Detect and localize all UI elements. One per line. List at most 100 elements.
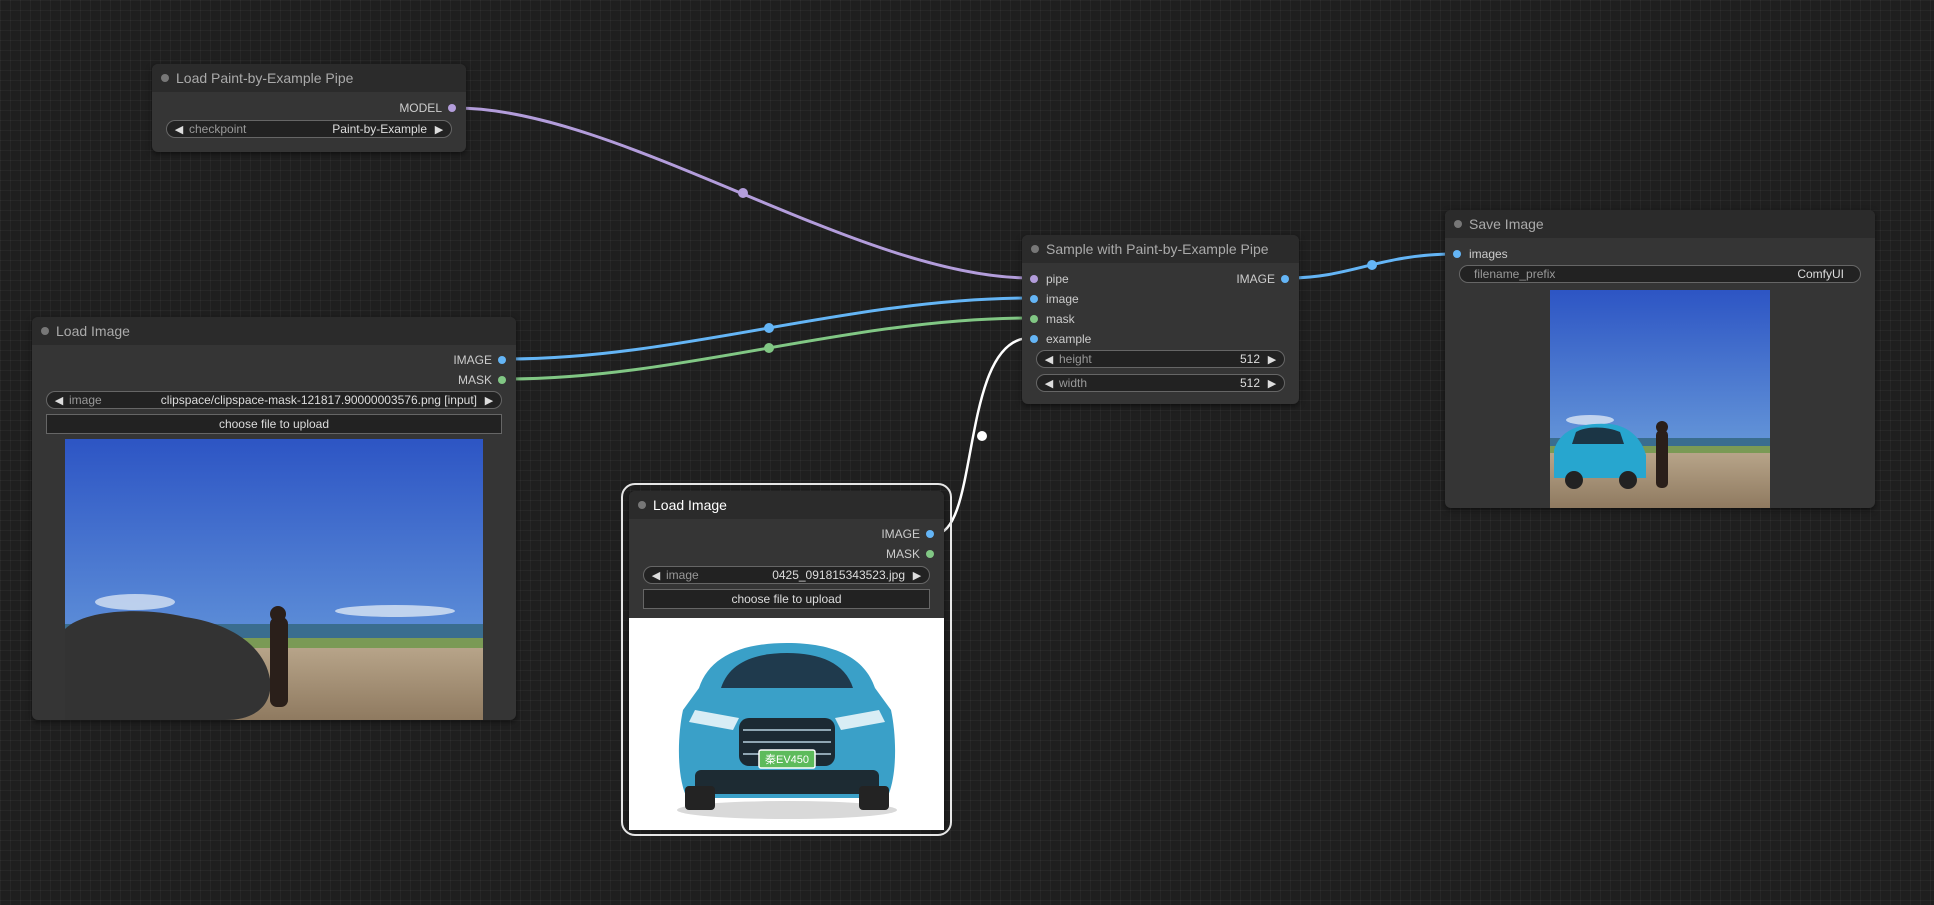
link-model-midpoint[interactable]	[738, 188, 748, 198]
input-images-dot-icon[interactable]	[1453, 250, 1461, 258]
input-image-label: image	[1046, 292, 1079, 306]
link-mask-to-sampler[interactable]	[506, 316, 1031, 381]
link-sampler-to-save[interactable]	[1288, 252, 1456, 280]
output-mask[interactable]: MASK	[886, 547, 934, 561]
arrow-left-icon[interactable]: ◀	[1043, 377, 1055, 390]
image-preview-beach-masked	[65, 439, 483, 720]
image-value: 0425_091815343523.jpg	[772, 568, 905, 582]
input-mask[interactable]: mask	[1030, 312, 1075, 326]
input-image[interactable]: image	[1030, 292, 1079, 306]
output-image-label: IMAGE	[881, 527, 920, 541]
image-label: image	[69, 393, 102, 407]
output-mask-label: MASK	[457, 373, 492, 387]
link-image-to-sampler[interactable]	[506, 296, 1031, 361]
node-load-image-left[interactable]: Load Image IMAGE MASK ◀ image clipspace/…	[32, 317, 516, 720]
input-images[interactable]: images	[1453, 247, 1508, 261]
output-mask[interactable]: MASK	[458, 373, 506, 387]
output-image-dot-icon[interactable]	[926, 530, 934, 538]
input-example-label: example	[1046, 332, 1092, 346]
collapse-dot-icon[interactable]	[41, 327, 49, 335]
arrow-left-icon[interactable]: ◀	[650, 569, 662, 582]
output-image[interactable]: IMAGE	[881, 527, 934, 541]
upload-button[interactable]: choose file to upload	[46, 414, 502, 434]
node-save-image[interactable]: Save Image images filename_prefix ComfyU…	[1445, 210, 1875, 508]
node-title-bar[interactable]: Load Paint-by-Example Pipe	[152, 64, 466, 92]
output-model[interactable]: MODEL	[399, 101, 456, 115]
output-image-label: IMAGE	[1236, 272, 1275, 286]
collapse-dot-icon[interactable]	[1031, 245, 1039, 253]
image-combo[interactable]: ◀ image clipspace/clipspace-mask-121817.…	[46, 391, 502, 409]
collapse-dot-icon[interactable]	[1454, 220, 1462, 228]
license-plate-text: 秦EV450	[765, 752, 809, 766]
node-load-pipe[interactable]: Load Paint-by-Example Pipe MODEL ◀ check…	[152, 64, 466, 152]
blue-car-picture: 秦EV450	[677, 643, 897, 819]
node-title: Load Paint-by-Example Pipe	[176, 70, 354, 86]
output-model-label: MODEL	[399, 101, 442, 115]
width-label: width	[1059, 376, 1088, 390]
arrow-left-icon[interactable]: ◀	[1043, 353, 1055, 366]
output-image-label: IMAGE	[453, 353, 492, 367]
output-mask-label: MASK	[885, 547, 920, 561]
width-value[interactable]: 512	[1087, 376, 1260, 390]
link-mask-midpoint[interactable]	[764, 343, 774, 353]
upload-button[interactable]: choose file to upload	[643, 589, 930, 609]
height-label: height	[1059, 352, 1092, 366]
filename-prefix-label: filename_prefix	[1474, 267, 1556, 281]
result-scene-picture	[1550, 290, 1770, 508]
link-model-to-pipe[interactable]	[455, 106, 1031, 280]
input-example-dot-icon[interactable]	[1030, 335, 1038, 343]
height-value[interactable]: 512	[1092, 352, 1260, 366]
node-load-image-center[interactable]: Load Image IMAGE MASK ◀ image 0425_09181…	[621, 483, 952, 836]
image-label: image	[666, 568, 699, 582]
link-image-midpoint[interactable]	[764, 323, 774, 333]
arrow-right-icon[interactable]: ▶	[1266, 353, 1278, 366]
filename-prefix-value[interactable]: ComfyUI	[1555, 267, 1844, 281]
output-mask-dot-icon[interactable]	[926, 550, 934, 558]
input-pipe[interactable]: pipe	[1030, 272, 1069, 286]
node-title-bar[interactable]: Save Image	[1445, 210, 1875, 238]
link-save-midpoint[interactable]	[1367, 260, 1377, 270]
output-image-preview	[1550, 290, 1770, 508]
input-image-dot-icon[interactable]	[1030, 295, 1038, 303]
filename-prefix-field[interactable]: filename_prefix ComfyUI	[1459, 265, 1861, 283]
checkpoint-label: checkpoint	[189, 122, 247, 136]
link-example-to-sampler[interactable]	[934, 336, 1031, 536]
image-value: clipspace/clipspace-mask-121817.90000003…	[160, 393, 477, 407]
node-title: Load Image	[56, 323, 130, 339]
input-mask-label: mask	[1046, 312, 1075, 326]
arrow-left-icon[interactable]: ◀	[53, 394, 65, 407]
arrow-left-icon[interactable]: ◀	[173, 123, 185, 136]
node-title: Save Image	[1469, 216, 1544, 232]
link-example-midpoint[interactable]	[977, 431, 987, 441]
node-title-bar[interactable]: Load Image	[32, 317, 516, 345]
output-mask-dot-icon[interactable]	[498, 376, 506, 384]
arrow-right-icon[interactable]: ▶	[433, 123, 445, 136]
image-combo[interactable]: ◀ image 0425_091815343523.jpg ▶	[643, 566, 930, 584]
output-image-dot-icon[interactable]	[1281, 275, 1289, 283]
checkpoint-combo[interactable]: ◀ checkpoint Paint-by-Example ▶	[166, 120, 452, 138]
output-image-dot-icon[interactable]	[498, 356, 506, 364]
arrow-right-icon[interactable]: ▶	[1266, 377, 1278, 390]
node-title-bar[interactable]: Sample with Paint-by-Example Pipe	[1022, 235, 1299, 263]
collapse-dot-icon[interactable]	[638, 501, 646, 509]
output-model-dot-icon[interactable]	[448, 104, 456, 112]
node-title-bar[interactable]: Load Image	[629, 491, 944, 519]
input-mask-dot-icon[interactable]	[1030, 315, 1038, 323]
image-preview-blue-car: 秦EV450	[629, 618, 944, 830]
output-image[interactable]: IMAGE	[453, 353, 506, 367]
arrow-right-icon[interactable]: ▶	[911, 569, 923, 582]
input-pipe-dot-icon[interactable]	[1030, 275, 1038, 283]
arrow-right-icon[interactable]: ▶	[483, 394, 495, 407]
input-example[interactable]: example	[1030, 332, 1091, 346]
node-title: Sample with Paint-by-Example Pipe	[1046, 241, 1269, 257]
node-title: Load Image	[653, 497, 727, 513]
output-image[interactable]: IMAGE	[1236, 272, 1289, 286]
checkpoint-value: Paint-by-Example	[332, 122, 427, 136]
collapse-dot-icon[interactable]	[161, 74, 169, 82]
beach-scene-picture	[65, 439, 483, 720]
width-number[interactable]: ◀ width 512 ▶	[1036, 374, 1285, 392]
height-number[interactable]: ◀ height 512 ▶	[1036, 350, 1285, 368]
node-sampler[interactable]: Sample with Paint-by-Example Pipe pipe i…	[1022, 235, 1299, 404]
input-pipe-label: pipe	[1046, 272, 1069, 286]
input-images-label: images	[1469, 247, 1508, 261]
